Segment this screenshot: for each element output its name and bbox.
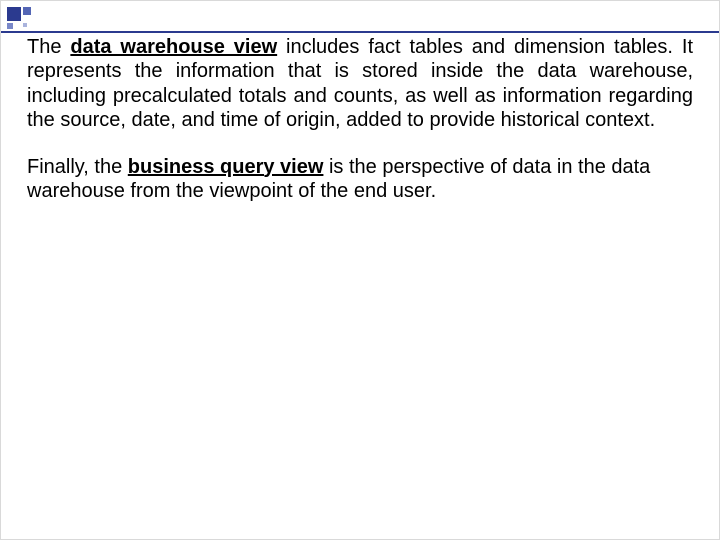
slide: The data warehouse view includes fact ta… (0, 0, 720, 540)
square-icon (7, 23, 13, 29)
square-icon (23, 23, 27, 27)
square-icon (7, 7, 21, 21)
term-business-query-view: business query view (128, 156, 324, 178)
text: The (27, 36, 70, 58)
paragraph-business-query-view: Finally, the business query view is the … (27, 155, 693, 204)
square-icon (23, 7, 31, 15)
paragraph-data-warehouse-view: The data warehouse view includes fact ta… (27, 35, 693, 133)
horizontal-rule (1, 31, 719, 33)
term-data-warehouse-view: data warehouse view (70, 36, 277, 58)
text: Finally, the (27, 156, 128, 178)
corner-decoration (1, 1, 39, 35)
slide-body: The data warehouse view includes fact ta… (27, 35, 693, 203)
